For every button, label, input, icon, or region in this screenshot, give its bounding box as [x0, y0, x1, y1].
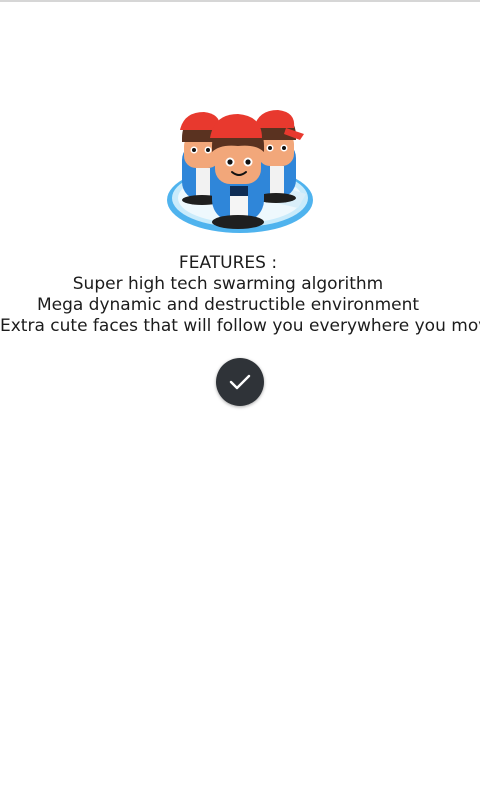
- crowd-characters-illustration: [160, 108, 320, 240]
- feature-line: Super high tech swarming algorithm: [72, 274, 384, 294]
- checkmark-icon: [229, 374, 251, 390]
- confirm-button[interactable]: [216, 358, 264, 406]
- feature-line: Mega dynamic and destructible environmen…: [36, 295, 420, 315]
- features-text: FEATURES : Super high tech swarming algo…: [0, 253, 480, 337]
- status-bar-edge: [0, 0, 480, 2]
- crowd-characters-icon: [167, 110, 313, 233]
- features-heading: FEATURES :: [178, 253, 278, 273]
- feature-line: Extra cute faces that will follow you ev…: [0, 316, 480, 336]
